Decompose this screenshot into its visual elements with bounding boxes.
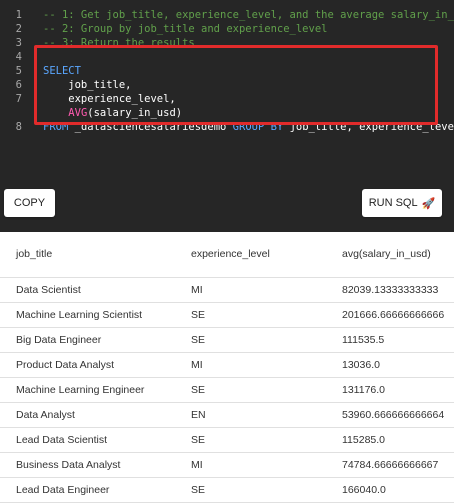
cell-job-title: Machine Learning Engineer: [16, 383, 145, 396]
cell-experience-level: MI: [191, 283, 203, 296]
cell-job-title: Data Scientist: [16, 283, 81, 296]
table-row: Data Analyst EN 53960.666666666664: [0, 402, 454, 427]
run-sql-button-label: RUN SQL: [368, 197, 418, 209]
code-text: -- 1: Get job_title, experience_level, a…: [43, 8, 454, 22]
cell-avg-salary: 166040.0: [342, 483, 386, 496]
code-text: -- 2: Group by job_title and experience_…: [43, 22, 327, 36]
results-table: job_title experience_level avg(salary_in…: [0, 232, 454, 503]
code-line[interactable]: 2 -- 2: Group by job_title and experience…: [0, 22, 454, 36]
cell-avg-salary: 82039.13333333333: [342, 283, 439, 296]
rocket-icon: 🚀: [421, 197, 436, 210]
code-token: -- 2: Group by job_title and experience_…: [43, 23, 328, 35]
cell-avg-salary: 111535.5: [342, 333, 385, 346]
line-number: 4: [15, 51, 22, 63]
cell-job-title: Product Data Analyst: [16, 358, 115, 371]
sql-editor[interactable]: 1 -- 1: Get job_title, experience_level, …: [0, 0, 454, 232]
cell-avg-salary: 131176.0: [342, 383, 386, 396]
table-header-row: job_title experience_level avg(salary_in…: [0, 232, 454, 278]
cell-job-title: Lead Data Scientist: [16, 433, 108, 446]
highlight-box: [34, 45, 438, 125]
table-row: Machine Learning Engineer SE 131176.0: [0, 377, 454, 402]
table-row: Machine Learning Scientist SE 201666.66666…: [0, 302, 454, 327]
cell-job-title: Lead Data Engineer: [16, 483, 110, 496]
cell-avg-salary: 201666.66666666666: [342, 308, 445, 321]
line-number: 6: [15, 79, 22, 91]
cell-experience-level: SE: [191, 433, 206, 446]
line-number: 8: [15, 121, 22, 133]
cell-experience-level: SE: [191, 483, 206, 496]
copy-button-label: COPY: [13, 197, 46, 209]
cell-experience-level: SE: [191, 383, 206, 396]
cell-experience-level: SE: [191, 333, 206, 346]
table-row: Data Scientist MI 82039.13333333333: [0, 277, 454, 302]
cell-experience-level: SE: [191, 308, 206, 321]
copy-button[interactable]: COPY: [4, 189, 55, 217]
line-number: 7: [15, 93, 22, 105]
cell-experience-level: MI: [191, 458, 203, 471]
line-number: 1: [15, 9, 22, 21]
table-row: Product Data Analyst MI 13036.0: [0, 352, 454, 377]
line-number: 2: [15, 23, 22, 35]
table-row: Big Data Engineer SE 111535.5: [0, 327, 454, 352]
line-number: 5: [15, 65, 22, 77]
code-line[interactable]: 1 -- 1: Get job_title, experience_level, …: [0, 8, 454, 22]
cell-avg-salary: 53960.666666666664: [342, 408, 445, 421]
run-sql-button[interactable]: RUN SQL 🚀: [362, 189, 442, 217]
cell-experience-level: MI: [191, 358, 203, 371]
cell-job-title: Big Data Engineer: [16, 333, 102, 346]
cell-job-title: Machine Learning Scientist: [16, 308, 143, 321]
cell-avg-salary: 74784.66666666667: [342, 458, 439, 471]
column-header-job-title[interactable]: job_title: [0, 232, 191, 278]
column-header-avg-salary[interactable]: avg(salary_in_usd): [342, 232, 454, 278]
table-row: Lead Data Engineer SE 166040.0: [0, 477, 454, 502]
cell-avg-salary: 13036.0: [342, 358, 380, 371]
cell-job-title: Data Analyst: [16, 408, 75, 421]
line-number: 3: [15, 37, 22, 49]
column-header-experience-level[interactable]: experience_level: [191, 232, 342, 278]
table-row: Lead Data Scientist SE 115285.0: [0, 427, 454, 452]
cell-job-title: Business Data Analyst: [16, 458, 121, 471]
results-panel: job_title experience_level avg(salary_in…: [0, 232, 454, 502]
cell-avg-salary: 115285.0: [342, 433, 386, 446]
table-row: Business Data Analyst MI 74784.66666666667: [0, 452, 454, 477]
cell-experience-level: EN: [191, 408, 206, 421]
code-token: -- 1: Get job_title, experience_level, a…: [43, 9, 454, 21]
